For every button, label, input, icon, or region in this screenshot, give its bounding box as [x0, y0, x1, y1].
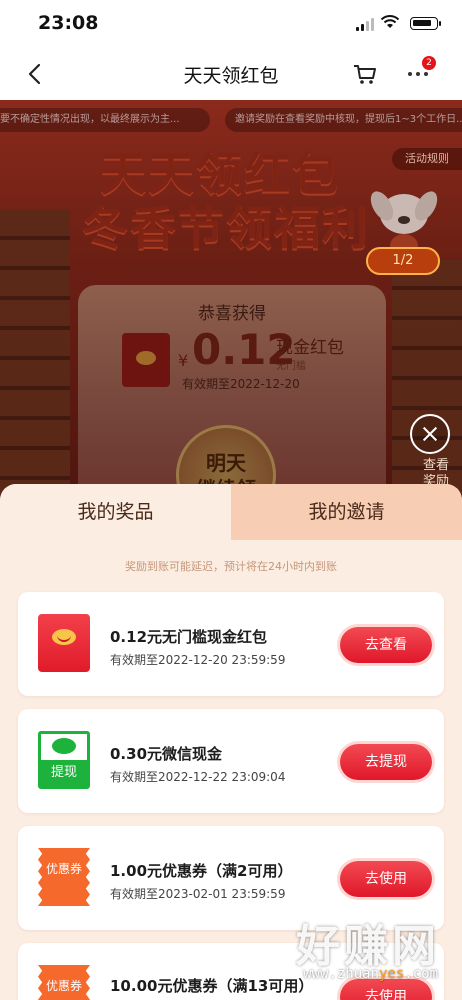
reward-expiry: 有效期至2022-12-20 23:59:59 [110, 653, 286, 667]
reward-item: 提现 0.30元微信现金 有效期至2022-12-22 23:09:04 去提现 [18, 709, 444, 813]
reward-name: 10.00元优惠券（满13可用） [110, 977, 314, 995]
marquee-right: 邀请奖励在查看奖励中核现，提现后1~3个工作日... [225, 108, 462, 132]
watermark-url: www.zhuanyes.com [303, 966, 438, 982]
reward-name: 0.30元微信现金 [110, 745, 223, 763]
reward-condition: 无门槛 [276, 361, 306, 372]
tab-my-invites[interactable]: 我的邀请 [231, 484, 462, 540]
status-bar: 23:08 [0, 0, 462, 48]
notification-badge: 2 [422, 56, 436, 70]
delay-notice: 奖励到账可能延迟，预计将在24小时内到账 [125, 560, 337, 573]
nav-bar: 天天领红包 2 [0, 48, 462, 100]
currency-symbol: ¥ [178, 351, 189, 370]
reward-name: 1.00元优惠券（满2可用） [110, 862, 293, 880]
watermark-url-a: www.zhuan [303, 966, 379, 982]
promo-hero: 要不确定性情况出现，以最终展示为主... 邀请奖励在查看奖励中核现，提现后1~3… [0, 100, 462, 500]
tab-bar: 我的奖品 我的邀请 [0, 484, 462, 540]
congrats-text: 恭喜获得 [198, 304, 266, 324]
building-left-illustration [0, 210, 70, 500]
headline-sub: 冬香节领福利 [82, 201, 370, 255]
watermark-logo: 好赚网 [296, 921, 440, 972]
reward-validity: 有效期至2022-12-20 [182, 377, 300, 391]
reward-popup-card: 恭喜获得 0.12 ¥ 现金红包 无门槛 有效期至2022-12-20 明天 继… [78, 285, 386, 500]
watermark-url-c: .com [404, 966, 438, 982]
wechat-cash-icon-label: 提现 [41, 760, 87, 786]
pager-indicator: 1/2 [366, 247, 440, 275]
reward-expiry: 有效期至2022-12-22 23:09:04 [110, 770, 286, 784]
use-button[interactable]: 去使用 [340, 979, 432, 1000]
status-time: 23:08 [38, 12, 99, 34]
reward-item: 0.12元无门槛现金红包 有效期至2022-12-20 23:59:59 去查看 [18, 592, 444, 696]
withdraw-button[interactable]: 去提现 [340, 744, 432, 780]
marquee-left: 要不确定性情况出现，以最终展示为主... [0, 108, 210, 132]
reward-name: 0.12元无门槛现金红包 [110, 628, 268, 646]
use-button[interactable]: 去使用 [340, 861, 432, 897]
battery-icon [410, 17, 441, 30]
wechat-cash-icon: 提现 [38, 731, 90, 789]
tab-my-prizes[interactable]: 我的奖品 [0, 484, 231, 540]
more-menu-icon[interactable] [408, 72, 428, 76]
button-line-1: 明天 [206, 451, 246, 475]
red-envelope-icon [38, 614, 90, 672]
wifi-icon [380, 15, 400, 28]
cart-icon[interactable] [352, 62, 378, 86]
coupon-icon-label: 优惠券 [45, 979, 82, 993]
reward-expiry: 有效期至2023-02-01 23:59:59 [110, 887, 286, 901]
coupon-icon: 优惠券 [38, 848, 90, 906]
rules-button[interactable]: 活动规则 [392, 148, 462, 170]
coupon-icon-label: 优惠券 [45, 862, 82, 876]
watermark-url-b: yes [378, 966, 405, 982]
reward-type: 现金红包 [276, 338, 344, 358]
coupon-icon: 优惠券 [38, 965, 90, 1000]
cellular-signal-icon [356, 18, 374, 31]
red-envelope-icon [122, 333, 170, 387]
close-icon[interactable] [410, 414, 450, 454]
page-title: 天天领红包 [183, 65, 279, 87]
view-button[interactable]: 去查看 [340, 627, 432, 663]
